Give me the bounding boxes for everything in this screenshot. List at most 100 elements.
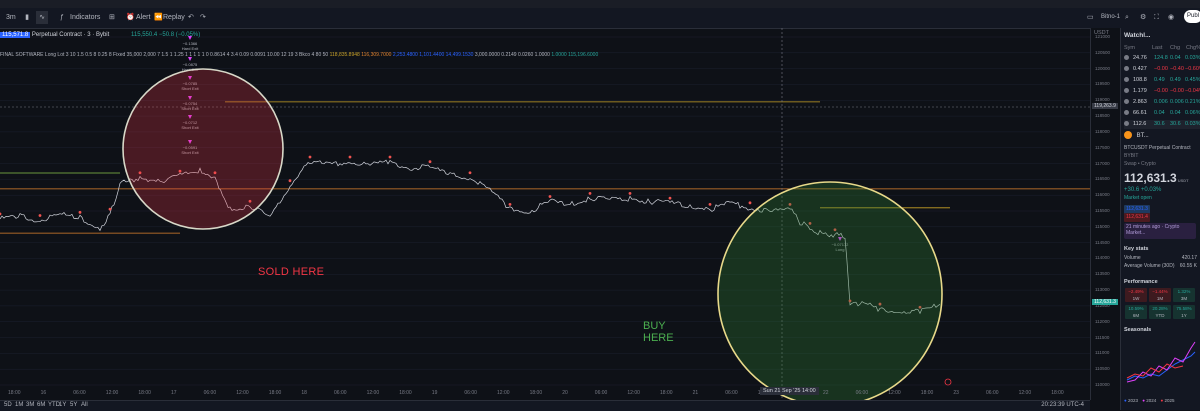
alert-icon[interactable]: ⏰ [126, 11, 135, 24]
watchlist-last: 30.6 [1154, 121, 1165, 127]
indicator-legend[interactable]: FINAL SOFTWARE Long Lot 3 10 1.5 0.5 8 0… [0, 52, 598, 58]
performance-cell[interactable]: 1.32% 3M [1173, 288, 1195, 302]
performance-period: 6M [1132, 313, 1140, 318]
watchlist-row[interactable]: 0.427 −0.00−0.40−0.60% [1124, 65, 1200, 74]
x-tick-label: 06:00 [203, 390, 217, 396]
performance-cell[interactable]: −1.44% 1M [1149, 288, 1171, 302]
y-tick-label: 115500 [1095, 208, 1110, 213]
range-button[interactable]: 1M [15, 402, 23, 408]
performance-period: 1W [1132, 296, 1140, 301]
range-button[interactable]: 1Y [59, 402, 66, 408]
watchlist-last: 0.49 [1154, 77, 1165, 83]
data-point [508, 203, 512, 206]
performance-cell[interactable]: 20.28% YTD [1149, 305, 1171, 319]
alert-button[interactable]: Alert [136, 11, 150, 24]
detail-header: BT... [1124, 131, 1200, 140]
go-realtime-icon[interactable] [944, 378, 952, 386]
chart-area[interactable]: −0.1366Hard Exit−0.0875Hard Exit−0.0785S… [0, 28, 1090, 407]
legend-ohlc: 115,550.4 −50.8 (−0.05%) [130, 32, 201, 38]
candles-icon[interactable]: ▮ [22, 11, 32, 24]
x-tick-label: 12:00 [366, 390, 380, 396]
watchlist-title[interactable]: Watchl... [1124, 31, 1200, 40]
indicators-icon[interactable]: ƒ [60, 11, 64, 24]
indicator-value: 1.0000 [534, 52, 550, 58]
quick-search-icon[interactable]: ⌕ [1125, 11, 1129, 24]
price-chart[interactable]: −0.1366Hard Exit−0.0875Hard Exit−0.0785S… [0, 28, 1090, 407]
watchlist-last: 0.04 [1154, 110, 1165, 116]
y-tick-label: 119500 [1095, 81, 1110, 87]
bottom-toolbar: 5D 1M 3M 6M YTD 1Y 5Y All 20:23:39 UTC-4 [0, 400, 1090, 411]
replay-icon[interactable]: ⏪ [154, 11, 163, 24]
watchlist-row[interactable]: 66.61 0.04 0.04 0.06% [1124, 109, 1200, 118]
watchlist-symbol: 108.8 [1133, 77, 1147, 83]
x-tick-label: 06:00 [594, 390, 608, 396]
detail-currency: USDT [1177, 178, 1189, 183]
watchlist-row[interactable]: 24.76 124.8 0.04 0.03% [1124, 54, 1200, 63]
performance-cell[interactable]: 75.58% 1Y [1173, 305, 1195, 319]
col-header-chgp[interactable]: Chg% [1186, 44, 1200, 53]
fullscreen-icon[interactable]: ⛶ [1154, 11, 1159, 24]
watchlist-row[interactable]: 112.6 30.6 30.6 0.03% [1124, 120, 1200, 129]
templates-icon[interactable]: ⊞ [109, 11, 115, 24]
time-axis[interactable]: 18:00 16 06:00 12:00 18:00 17 06:00 12:00 18:00 1… [0, 388, 1090, 398]
y-tick-label: 110500 [1095, 366, 1110, 372]
timeframe-button[interactable]: 3m [6, 11, 16, 24]
performance-period: 1M [1156, 296, 1164, 301]
x-tick-label: 20 [562, 390, 568, 396]
watchlist-sidebar: Watchl... Sym Last Chg Chg% 24.76 124.8 0.… [1120, 28, 1200, 410]
y-tick-label: 115000 [1095, 223, 1110, 229]
range-button[interactable]: 5Y [70, 402, 77, 408]
indicator-params: FINAL SOFTWARE Long Lot 3 10 1.5 0.5 8 0… [0, 52, 329, 58]
undo-icon[interactable]: ↶ [188, 11, 194, 24]
y-tick-label: 111000 [1095, 350, 1110, 356]
col-header-last[interactable]: Last [1152, 44, 1162, 53]
seasonals-chart[interactable] [1125, 336, 1197, 392]
x-tick-label: 18:00 [660, 390, 673, 396]
legend-symbol[interactable]: Perpetual Contract · 3 · Bybit [32, 32, 109, 38]
timezone-label[interactable]: 20:23:39 UTC-4 [1041, 402, 1084, 408]
col-header-chg[interactable]: Chg [1170, 44, 1180, 53]
y-tick-label: 114500 [1095, 239, 1110, 245]
price-axis[interactable]: USDT 121000 120500 120000 119500 119000 11850… [1090, 28, 1121, 400]
x-tick-label: 06:00 [464, 390, 477, 396]
performance-value: −2.49% [1128, 289, 1144, 294]
range-button[interactable]: 3M [26, 402, 34, 408]
data-point [108, 207, 112, 211]
settings-icon[interactable]: ⚙ [1140, 11, 1146, 24]
signal-label: Hard Exit [182, 46, 199, 51]
indicators-button[interactable]: Indicators [70, 11, 100, 24]
range-button[interactable]: All [81, 402, 88, 408]
indicator-value: 2,253.4800 [392, 52, 418, 58]
current-price-label: 112,631.3 [1092, 298, 1118, 305]
watchlist-chg: 0.49 [1170, 77, 1181, 83]
x-tick-label: 18:00 [529, 390, 543, 396]
news-item[interactable]: 21 minutes ago · Crypto Market... [1124, 223, 1196, 239]
performance-cell[interactable]: −2.49% 1W [1125, 288, 1147, 302]
indicator-value: 0.2149 [501, 52, 517, 58]
replay-button[interactable]: Replay [163, 11, 185, 24]
indicator-value: 118,835.8948 [329, 52, 360, 58]
col-header-symbol[interactable]: Sym [1124, 44, 1135, 53]
watchlist-last: −0.00 [1154, 66, 1168, 72]
layout-icon[interactable]: ▭ [1087, 11, 1094, 24]
indicator-value: 1.0000 [551, 52, 567, 58]
watchlist-row[interactable]: 2.863 0.006 0.006 0.21% [1124, 98, 1200, 107]
data-point [428, 160, 432, 164]
watchlist-row[interactable]: 108.8 0.49 0.49 0.45% [1124, 76, 1200, 85]
redo-icon[interactable]: ↷ [200, 11, 206, 24]
x-tick-label: 16 [40, 390, 47, 396]
watchlist-row[interactable]: 1.179−0.00−0.00−0.04% [1124, 87, 1200, 96]
performance-cell[interactable]: 10.59% 6M [1125, 305, 1147, 319]
ask-value[interactable]: 112,631.4 [1124, 213, 1150, 222]
performance-value: 75.58% [1176, 306, 1192, 311]
x-tick-label: 23 [953, 390, 959, 396]
watchlist-last: −0.00 [1154, 88, 1168, 94]
publish-button[interactable]: Publ [1184, 10, 1200, 23]
range-button[interactable]: 5D [4, 402, 12, 408]
key-stats-title: Key stats [1124, 246, 1149, 252]
layout-name[interactable]: Bitno-1 [1101, 11, 1120, 24]
chart-type-icon[interactable]: ∿ [36, 11, 48, 24]
range-button[interactable]: 6M [37, 402, 45, 408]
snapshot-icon[interactable]: ◉ [1168, 11, 1174, 24]
y-tick-label: 110000 [1095, 382, 1110, 387]
